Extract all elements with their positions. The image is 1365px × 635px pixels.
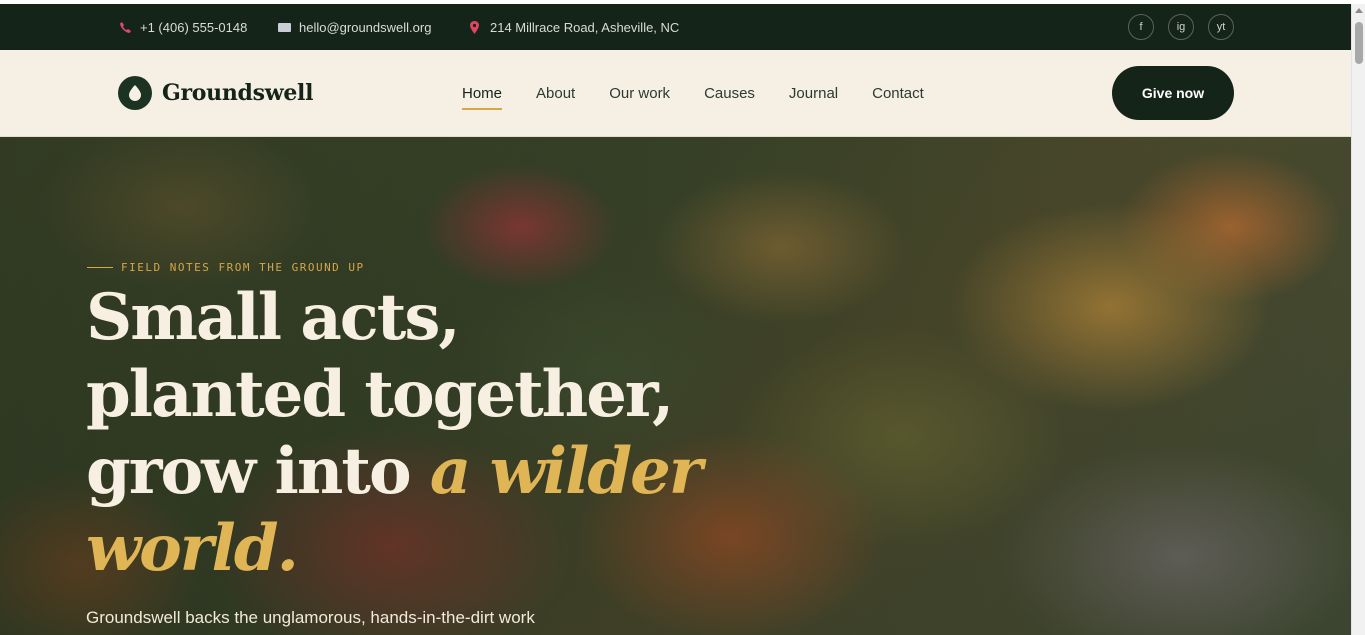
hero-eyebrow: FIELD NOTES FROM THE GROUND UP	[87, 261, 365, 274]
youtube-icon[interactable]: yt	[1208, 14, 1234, 40]
phone-contact[interactable]: +1 (406) 555-0148	[119, 4, 247, 50]
email-contact[interactable]: hello@groundswell.org	[278, 4, 431, 50]
phone-number: +1 (406) 555-0148	[140, 19, 248, 35]
headline-accent-2: world.	[86, 511, 299, 586]
address-contact: 214 Millrace Road, Asheville, NC	[469, 4, 679, 50]
headline-line-3-plain: grow into	[86, 434, 430, 509]
hero-lede: Groundswell backs the unglamorous, hands…	[86, 608, 535, 627]
brand-name: Groundswell	[162, 80, 314, 106]
hero-headline: Small acts, planted together, grow into …	[86, 279, 726, 587]
facebook-icon[interactable]: f	[1128, 14, 1154, 40]
scrollbar-thumb[interactable]	[1355, 22, 1363, 64]
headline-line-3: grow into a wilder	[86, 433, 726, 510]
top-contact-bar: +1 (406) 555-0148 hello@groundswell.org …	[0, 4, 1351, 50]
hero-section: FIELD NOTES FROM THE GROUND UP Small act…	[0, 137, 1351, 635]
leaf-drop-icon	[118, 76, 152, 110]
page-scrollbar[interactable]	[1351, 4, 1365, 635]
phone-icon	[119, 21, 132, 34]
nav-journal[interactable]: Journal	[789, 77, 838, 110]
nav-causes[interactable]: Causes	[704, 77, 755, 110]
instagram-icon[interactable]: ig	[1168, 14, 1194, 40]
headline-accent-1: a wilder	[429, 434, 703, 509]
email-address: hello@groundswell.org	[299, 19, 432, 35]
primary-nav: Home About Our work Causes Journal Conta…	[462, 50, 924, 136]
headline-line-1: Small acts,	[86, 280, 461, 355]
mail-icon	[278, 22, 291, 32]
nav-about[interactable]: About	[536, 77, 575, 110]
street-address: 214 Millrace Road, Asheville, NC	[490, 19, 680, 35]
location-pin-icon	[469, 20, 482, 34]
scroll-up-arrow-icon[interactable]	[1355, 8, 1363, 13]
nav-our-work[interactable]: Our work	[609, 77, 670, 110]
main-navbar: Groundswell Home About Our work Causes J…	[0, 50, 1351, 137]
social-links: f ig yt	[1128, 4, 1234, 50]
give-now-button[interactable]: Give now	[1112, 66, 1234, 120]
brand-logo-link[interactable]: Groundswell	[118, 76, 313, 110]
eyebrow-rule	[87, 267, 113, 268]
eyebrow-text: FIELD NOTES FROM THE GROUND UP	[121, 261, 365, 274]
nav-contact[interactable]: Contact	[872, 77, 924, 110]
headline-line-2: planted together,	[86, 357, 674, 432]
nav-home[interactable]: Home	[462, 77, 503, 110]
